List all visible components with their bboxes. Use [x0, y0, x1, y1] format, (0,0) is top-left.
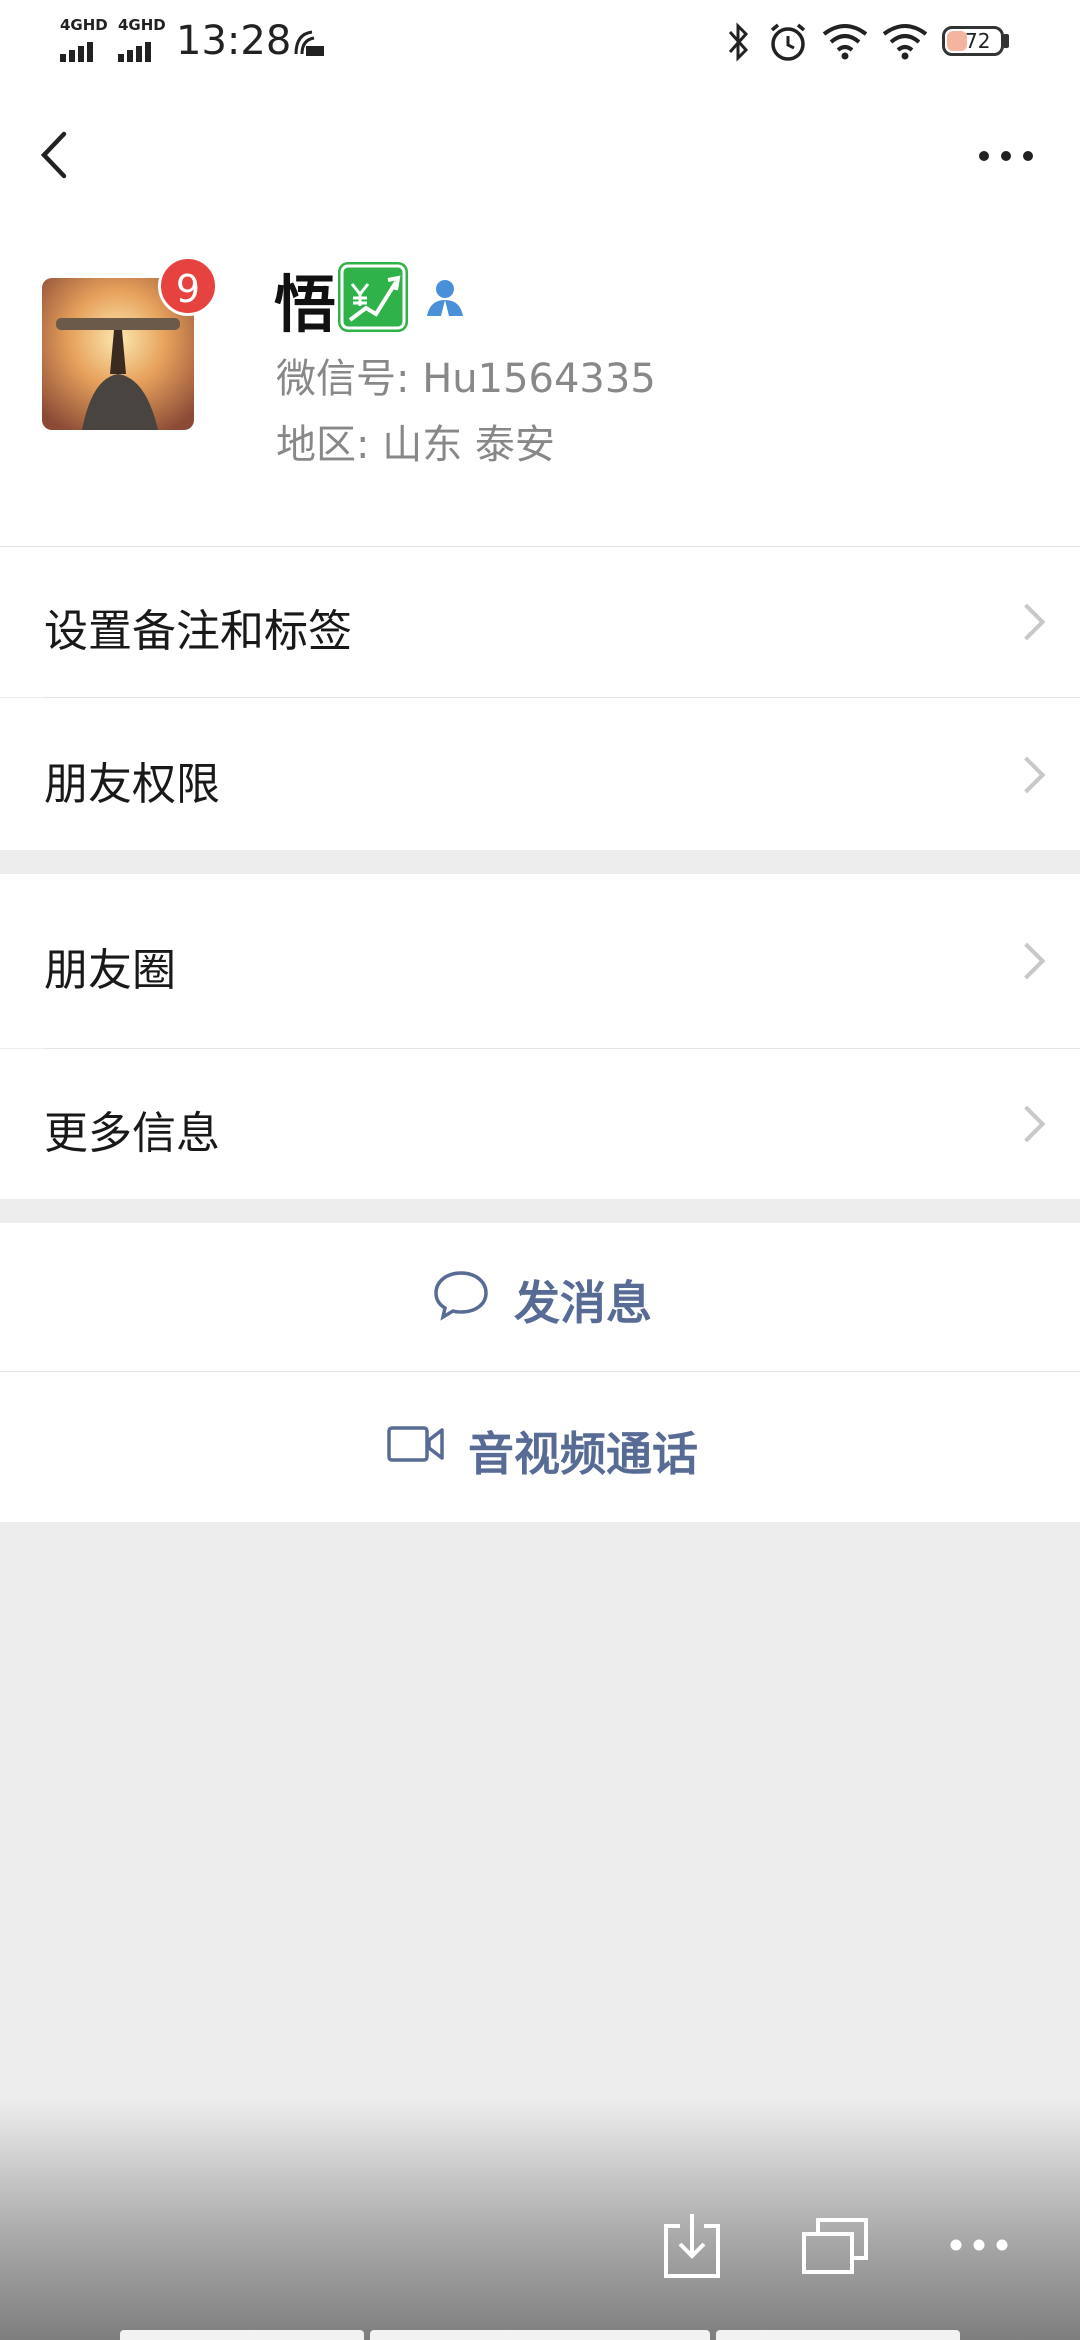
chevron-right-icon [1008, 603, 1046, 641]
friend-permissions-label: 朋友权限 [44, 759, 220, 810]
contact-card-icon[interactable] [424, 276, 466, 318]
moments-label: 朋友圈 [44, 945, 176, 996]
friend-permissions-row[interactable]: 朋友权限 [0, 698, 1080, 850]
battery-tip [1004, 34, 1009, 48]
video-call-label: 音视频通话 [468, 1427, 698, 1481]
wifi-icon-1 [822, 24, 868, 60]
status-bar: 4GHD 4GHD 13:28 72 [0, 0, 1080, 86]
clock: 13:28 [176, 18, 292, 64]
remark-tags-row[interactable]: 设置备注和标签 [0, 547, 1080, 697]
wechat-id: 微信号: Hu1564335 [276, 356, 656, 402]
download-icon[interactable] [662, 2210, 722, 2282]
tab-strip-3[interactable] [716, 2330, 960, 2340]
windows-icon[interactable] [800, 2216, 870, 2276]
wifi-icon-2 [882, 24, 928, 60]
chat-bubble-icon [434, 1271, 488, 1321]
more-icon [979, 151, 1033, 161]
back-arrow-icon [40, 131, 67, 179]
chevron-right-icon [1008, 942, 1046, 980]
nickname: 悟 [274, 268, 337, 341]
signal-2-icon: 4GHD [118, 16, 178, 62]
more-info-row[interactable]: 更多信息 [0, 1049, 1080, 1199]
send-message-label: 发消息 [514, 1276, 652, 1330]
nav-header [0, 86, 1080, 216]
chevron-right-icon [1008, 756, 1046, 794]
remark-tags-label: 设置备注和标签 [44, 606, 352, 657]
chevron-right-icon [1008, 1105, 1046, 1143]
hotspot-icon [294, 30, 324, 56]
video-camera-icon [387, 1426, 444, 1462]
network-type-2: 4GHD [118, 16, 166, 34]
bluetooth-icon [728, 22, 749, 62]
send-message-button[interactable]: 发消息 [0, 1223, 1080, 1371]
more-options-button[interactable] [966, 126, 1046, 186]
tab-strip-2[interactable] [370, 2330, 710, 2340]
screenshot-toolbar [0, 2100, 1080, 2340]
region: 地区: 山东 泰安 [276, 422, 555, 468]
stock-up-icon [338, 262, 408, 332]
battery-icon: 72 [942, 26, 1004, 56]
more-dots-icon[interactable] [944, 2230, 1014, 2260]
more-info-label: 更多信息 [44, 1108, 220, 1159]
tab-strip-1[interactable] [120, 2330, 364, 2340]
battery-level: 72 [965, 29, 991, 53]
back-button[interactable] [22, 120, 92, 190]
video-call-button[interactable]: 音视频通话 [0, 1372, 1080, 1522]
unread-badge: 9 [158, 256, 218, 316]
network-type-1: 4GHD [60, 16, 108, 34]
signal-1-icon: 4GHD [60, 16, 120, 62]
profile-card: 9 悟 微信号: Hu1564335 地区: 山东 泰安 [0, 216, 1080, 546]
moments-row[interactable]: 朋友圈 [0, 874, 1080, 1048]
alarm-icon [770, 23, 806, 61]
